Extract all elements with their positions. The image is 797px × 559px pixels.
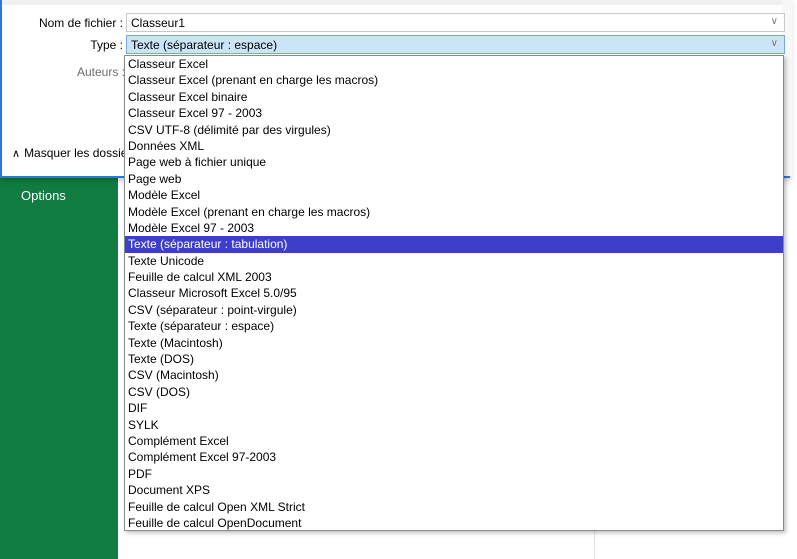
dropdown-option[interactable]: Classeur Excel binaire [125,89,783,105]
filename-value: Classeur1 [131,16,186,30]
filename-field[interactable]: Classeur1 ∨ [126,13,785,32]
dropdown-option[interactable]: Feuille de calcul Open XML Strict [125,499,783,515]
file-type-select[interactable]: Texte (séparateur : espace) ∨ [126,35,785,54]
dropdown-option[interactable]: Texte (DOS) [125,351,783,367]
dropdown-option[interactable]: Modèle Excel 97 - 2003 [125,220,783,236]
dropdown-option[interactable]: Modèle Excel [125,187,783,203]
chevron-down-icon[interactable]: ∨ [771,37,778,51]
dropdown-option-highlighted[interactable]: Texte (séparateur : tabulation) [125,236,783,253]
dropdown-option[interactable]: SYLK [125,417,783,433]
hide-folders-label: Masquer les dossie [24,146,128,160]
file-type-value: Texte (séparateur : espace) [131,38,278,52]
filename-label: Nom de fichier : [38,16,123,30]
chevron-down-icon[interactable]: ∨ [771,15,778,29]
dropdown-option[interactable]: Données XML [125,138,783,154]
authors-label: Auteurs : [76,65,125,79]
dropdown-option[interactable]: Texte (séparateur : espace) [125,318,783,334]
dropdown-option[interactable]: Complément Excel 97-2003 [125,449,783,465]
dropdown-option[interactable]: DIF [125,400,783,416]
dropdown-option[interactable]: Classeur Excel [125,56,783,72]
chevron-up-icon: ∧ [12,148,21,160]
dropdown-option[interactable]: Feuille de calcul XML 2003 [125,269,783,285]
dropdown-option[interactable]: CSV (DOS) [125,384,783,400]
dropdown-option[interactable]: Texte (Macintosh) [125,335,783,351]
dropdown-option[interactable]: Classeur Excel (prenant en charge les ma… [125,72,783,88]
panel-top-strip [2,0,792,5]
dropdown-option[interactable]: PDF [125,466,783,482]
file-type-dropdown-list[interactable]: Classeur Excel Classeur Excel (prenant e… [124,55,784,531]
dropdown-option[interactable]: Classeur Microsoft Excel 5.0/95 [125,285,783,301]
dropdown-option[interactable]: CSV (séparateur : point-virgule) [125,302,783,318]
dropdown-option[interactable]: Page web [125,171,783,187]
dropdown-option[interactable]: Document XPS [125,482,783,498]
dropdown-option[interactable]: Texte Unicode [125,253,783,269]
dropdown-option[interactable]: Complément Excel [125,433,783,449]
hide-folders-button[interactable]: ∧ Masquer les dossie [12,146,127,160]
sidebar-item-options[interactable]: Options [21,188,66,203]
dropdown-option[interactable]: Page web à fichier unique [125,154,783,170]
dropdown-option[interactable]: Classeur Excel 97 - 2003 [125,105,783,121]
type-label: Type : [90,38,123,52]
dropdown-option[interactable]: Feuille de calcul OpenDocument [125,515,783,530]
dropdown-option[interactable]: CSV (Macintosh) [125,367,783,383]
dropdown-option[interactable]: CSV UTF-8 (délimité par des virgules) [125,122,783,138]
dropdown-option[interactable]: Modèle Excel (prenant en charge les macr… [125,204,783,220]
